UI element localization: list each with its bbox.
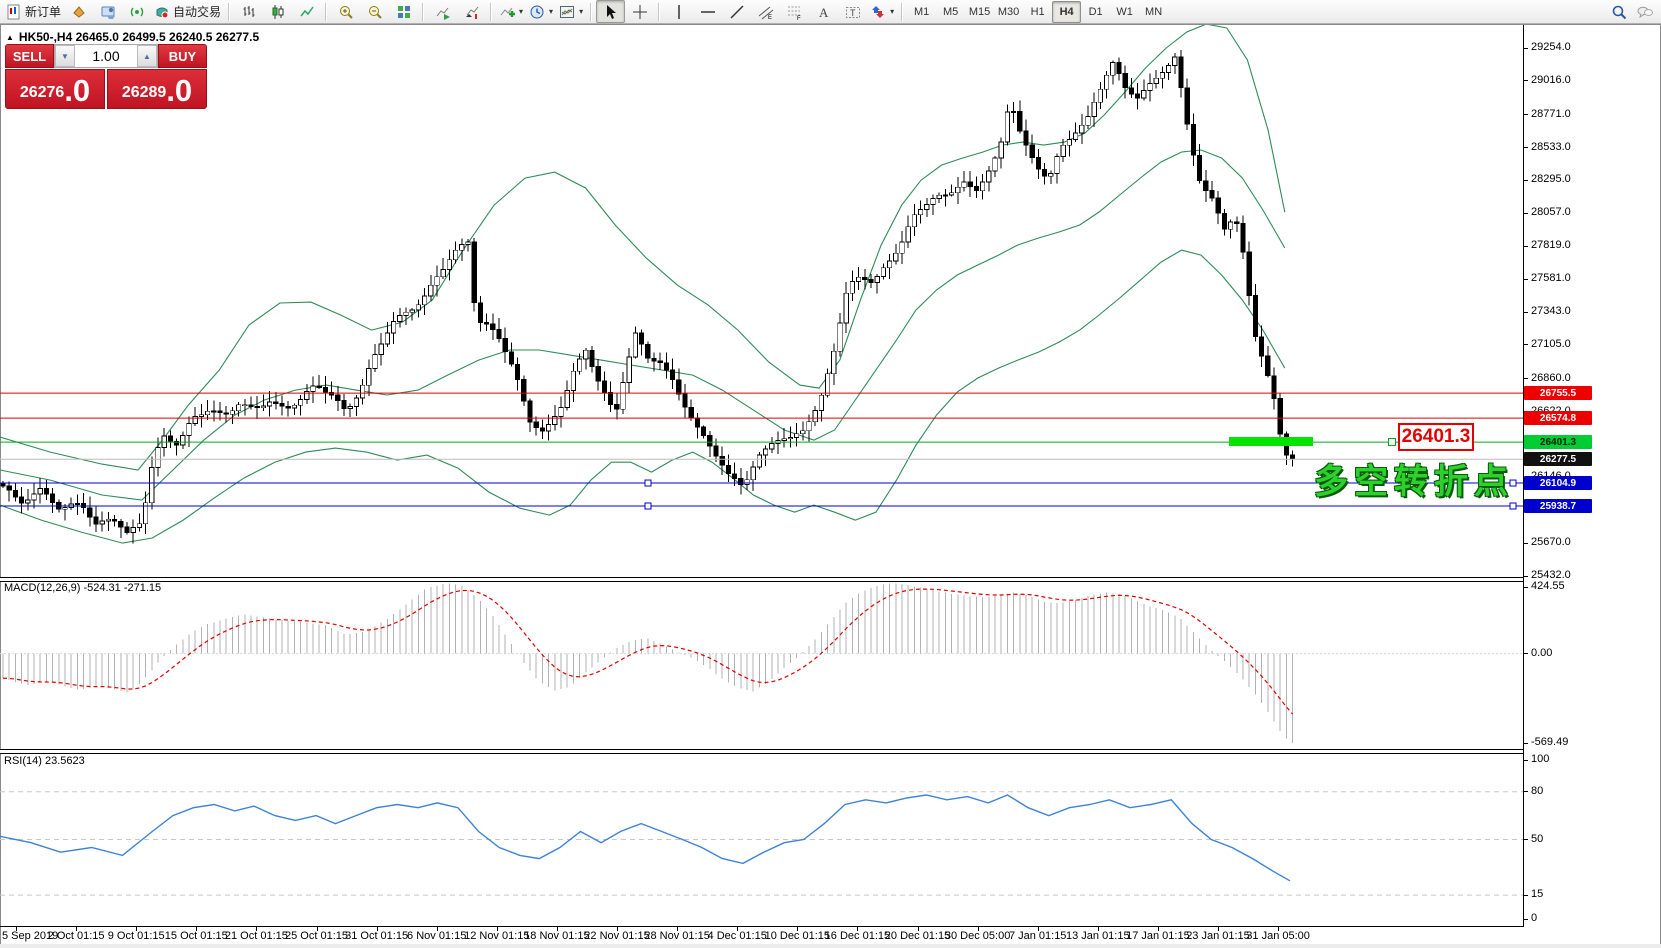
price-tick-mark <box>1523 47 1528 49</box>
volume-decrease-button[interactable]: ▼ <box>55 45 75 67</box>
pane-splitter-macd[interactable] <box>0 577 1523 582</box>
time-tick-label: 20 Dec 01:15 <box>884 930 951 942</box>
hline-handle[interactable] <box>644 502 652 510</box>
time-tick-label: 21 Oct 01:15 <box>224 930 288 942</box>
price-tick-label: 27581.0 <box>1531 272 1571 285</box>
time-axis-line <box>0 926 1524 927</box>
rsi-tick-label: 100 <box>1531 753 1550 765</box>
price-tick-label: 29016.0 <box>1531 73 1571 86</box>
price-tick-label: 25670.0 <box>1531 536 1571 549</box>
buy-price-int: 26289 <box>121 84 167 101</box>
volume-value[interactable]: 1.00 <box>75 45 137 67</box>
macd-label: MACD(12,26,9) -524.31 -271.15 <box>4 582 162 594</box>
rsi-tick-mark <box>1523 759 1528 761</box>
time-tick-label: 25 Oct 01:15 <box>285 930 348 942</box>
price-tick-mark <box>1523 245 1528 247</box>
chart-title: ▲ HK50-,H4 26465.0 26499.5 26240.5 26277… <box>6 30 259 44</box>
price-flag: 26755.5 <box>1524 386 1592 401</box>
time-tick-label: 23 Jan 01:15 <box>1186 930 1250 942</box>
time-tick-label: 7 Jan 01:15 <box>1008 930 1067 942</box>
macd-tick-mark <box>1523 586 1528 588</box>
price-tick-mark <box>1523 278 1528 280</box>
volume-spinner: ▼ 1.00 ▲ <box>54 44 158 68</box>
time-tick-label: 2 Oct 01:15 <box>47 930 105 942</box>
price-tick-mark <box>1523 114 1528 116</box>
price-tick-mark <box>1523 378 1528 380</box>
price-flag: 26401.3 <box>1524 435 1592 450</box>
buy-price-frac: .0 <box>166 73 193 108</box>
buy-price-button[interactable]: 26289.0 <box>107 69 207 109</box>
sell-price-button[interactable]: 26276.0 <box>5 69 105 109</box>
time-tick-label: 4 Dec 01:15 <box>707 930 767 942</box>
macd-tick-label: 424.55 <box>1531 580 1565 592</box>
macd-tick-mark <box>1523 653 1528 655</box>
rsi-tick-mark <box>1523 839 1528 840</box>
time-tick-label: 10 Dec 01:15 <box>764 930 831 942</box>
price-tick-label: 26860.0 <box>1531 371 1571 384</box>
hline-handle[interactable] <box>1509 502 1517 510</box>
sell-price-frac: .0 <box>64 73 91 108</box>
price-tick-label: 28771.0 <box>1531 107 1571 120</box>
price-tick-label: 27819.0 <box>1531 239 1571 252</box>
price-tick-mark <box>1523 212 1528 214</box>
price-tick-mark <box>1523 575 1528 577</box>
price-flag: 26277.5 <box>1524 452 1592 467</box>
rsi-tick-label: 0 <box>1531 912 1538 924</box>
time-tick-label: 9 Oct 01:15 <box>107 930 165 942</box>
pane-splitter-rsi[interactable] <box>0 749 1523 754</box>
price-tick-label: 28057.0 <box>1531 206 1571 219</box>
one-click-collapse-arrow[interactable]: ▲ <box>6 33 14 42</box>
macd-tick-label: 0.00 <box>1531 646 1553 659</box>
price-flag: 26104.9 <box>1524 476 1592 491</box>
price-tick-mark <box>1523 344 1528 346</box>
hline-handle[interactable] <box>644 479 652 487</box>
turning-point-annotation[interactable]: 多空转折点 <box>1314 454 1514 503</box>
price-tick-label: 27105.0 <box>1531 337 1571 350</box>
price-flag: 26574.8 <box>1524 411 1592 426</box>
sell-price-int: 26276 <box>19 84 65 101</box>
rsi-tick-mark <box>1523 918 1528 920</box>
time-tick-label: 31 Jan 05:00 <box>1246 930 1310 942</box>
time-tick-label: 22 Nov 01:15 <box>584 930 650 942</box>
time-tick-label: 18 Nov 01:15 <box>524 930 590 942</box>
macd-tick-label: -569.49 <box>1531 736 1569 748</box>
buy-button[interactable]: BUY <box>158 44 207 68</box>
time-tick-label: 15 Oct 01:15 <box>164 930 228 942</box>
thick-green-line-object[interactable] <box>1229 437 1313 446</box>
time-tick-label: 30 Dec 05:00 <box>944 930 1011 942</box>
time-tick-label: 6 Nov 01:15 <box>407 930 467 942</box>
bottom-scroll-strip[interactable] <box>0 944 1661 948</box>
volume-increase-button[interactable]: ▲ <box>137 45 157 67</box>
mt4-application: 新订单 自动交易 ▾ ▾ ▾ E F A T ▾ M1 M5 M15 M30 H… <box>0 0 1661 948</box>
rsi-tick-mark <box>1523 894 1528 896</box>
price-tick-mark <box>1523 311 1528 313</box>
one-click-trading-panel: SELL ▼ 1.00 ▲ BUY 26276.0 26289.0 <box>5 44 207 109</box>
price-flag: 25938.7 <box>1524 499 1592 513</box>
time-tick-label: 13 Jan 01:15 <box>1065 930 1130 942</box>
price-tick-mark <box>1523 80 1528 82</box>
price-tick-mark <box>1523 542 1528 544</box>
green-line-handle[interactable] <box>1388 438 1396 446</box>
time-tick-label: 16 Dec 01:15 <box>824 930 891 942</box>
rsi-tick-mark <box>1523 791 1528 793</box>
time-tick-label: 28 Nov 01:15 <box>644 930 710 942</box>
sell-button[interactable]: SELL <box>5 44 54 68</box>
price-annotation-box[interactable]: 26401.3 <box>1398 423 1474 451</box>
rsi-tick-label: 80 <box>1531 784 1544 797</box>
symbol-ohlc-text: HK50-,H4 26465.0 26499.5 26240.5 26277.5 <box>18 30 260 44</box>
price-tick-label: 27343.0 <box>1531 305 1571 317</box>
price-tick-label: 28533.0 <box>1531 140 1571 153</box>
rsi-tick-label: 15 <box>1531 888 1544 901</box>
rsi-label: RSI(14) 23.5623 <box>4 755 85 767</box>
macd-tick-mark <box>1523 742 1528 744</box>
price-tick-mark <box>1523 179 1528 181</box>
time-tick-label: 12 Nov 01:15 <box>464 930 530 942</box>
price-tick-label: 29254.0 <box>1531 41 1571 53</box>
rsi-tick-label: 50 <box>1531 832 1544 845</box>
time-tick-label: 17 Jan 01:15 <box>1126 930 1190 942</box>
price-tick-mark <box>1523 147 1528 149</box>
time-tick-label: 31 Oct 01:15 <box>345 930 409 942</box>
price-tick-label: 28295.0 <box>1531 173 1571 186</box>
